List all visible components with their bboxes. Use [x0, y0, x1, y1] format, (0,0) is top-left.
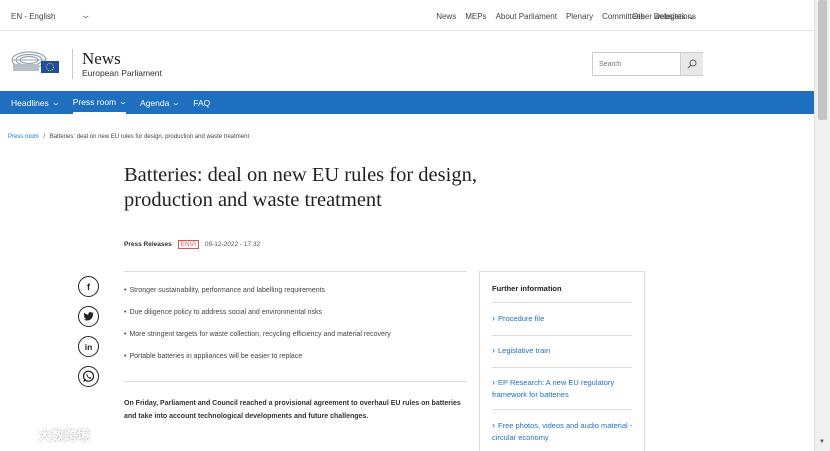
nav-item-press-room[interactable]: Press room ⌄ [72, 91, 128, 114]
divider [492, 302, 632, 303]
nav-item-faq[interactable]: FAQ [193, 91, 210, 114]
divider [492, 335, 632, 336]
article-meta: Press Releases ENVI 09-12-2022 - 17:32 [124, 240, 260, 249]
search-button[interactable] [680, 53, 703, 75]
other-websites-menu[interactable]: Other websites ⌄ [632, 12, 697, 21]
facebook-share-button[interactable]: f [78, 276, 99, 297]
nav-item-label: Press room [72, 96, 117, 107]
breadcrumb: Press room / Batteries: deal on new EU r… [8, 134, 249, 140]
nav-item-label: FAQ [193, 97, 211, 108]
watermark-text: 大数跨境 [38, 428, 91, 443]
list-item: Due diligence policy to address social a… [124, 309, 464, 331]
article-datetime: 09-12-2022 - 17:32 [204, 241, 261, 248]
article-title: Batteries: deal on new EU rules for desi… [124, 164, 477, 211]
link-ep-research[interactable]: EP Research: A new EU regulatory framewo… [492, 377, 634, 400]
key-points-list: Stronger sustainability, performance and… [124, 287, 464, 375]
facebook-icon: f [87, 281, 90, 292]
toplink-about-parliament[interactable]: About Parliament [496, 12, 557, 21]
page: EN - English ⌄ News MEPs About Parliamen… [0, 0, 830, 451]
watermark: 大数跨境 [4, 425, 90, 444]
whatsapp-icon [82, 370, 95, 382]
european-parliament-logo[interactable] [11, 48, 61, 76]
twitter-share-button[interactable] [78, 306, 99, 327]
divider [124, 271, 467, 272]
divider [492, 367, 632, 368]
list-item: Stronger sustainability, performance and… [124, 287, 464, 309]
link-legislative-train[interactable]: Legislative train [492, 345, 634, 357]
linkedin-icon: in [84, 341, 93, 352]
breadcrumb-press-room[interactable]: Press room [8, 134, 39, 140]
list-item: Portable batteries in appliances will be… [124, 353, 464, 375]
scroll-down-arrow-icon[interactable]: ▼ [819, 439, 825, 445]
scrollbar-thumb[interactable] [818, 0, 827, 120]
search-input[interactable] [593, 53, 680, 75]
chevron-down-icon: ⌄ [118, 98, 128, 106]
watermark-logo-icon [4, 428, 34, 441]
nav-item-agenda[interactable]: Agenda ⌄ [140, 91, 181, 114]
main-navigation: Headlines ⌄ Press room ⌄ Agenda ⌄ FAQ [0, 91, 814, 114]
nav-item-headlines[interactable]: Headlines ⌄ [11, 91, 61, 114]
chevron-down-icon[interactable]: ⌄ [80, 10, 91, 21]
whatsapp-share-button[interactable] [78, 366, 99, 387]
chevron-down-icon: ⌄ [51, 99, 61, 107]
toplink-meps[interactable]: MEPs [465, 12, 486, 21]
committee-badge[interactable]: ENVI [177, 240, 199, 249]
link-free-photos[interactable]: Free photos, videos and audio material -… [492, 420, 634, 443]
list-item: More stringent targets for waste collect… [124, 331, 464, 353]
page-scrollbar[interactable]: ▼ [814, 0, 830, 451]
breadcrumb-current: Batteries: deal on new EU rules for desi… [49, 134, 250, 140]
search-icon [687, 59, 697, 69]
article-lead: On Friday, Parliament and Council reache… [124, 400, 461, 420]
language-selector[interactable]: EN - English [11, 12, 55, 21]
search-box [592, 52, 703, 76]
logo-divider [72, 49, 73, 79]
breadcrumb-separator: / [43, 134, 46, 140]
linkedin-share-button[interactable]: in [78, 336, 99, 357]
nav-item-label: Agenda [140, 97, 170, 108]
site-title[interactable]: News [82, 49, 121, 69]
divider [124, 381, 467, 382]
link-procedure-file[interactable]: Procedure file [492, 313, 634, 325]
top-utility-bar: EN - English ⌄ News MEPs About Parliamen… [0, 0, 814, 31]
article-type[interactable]: Press Releases [124, 241, 172, 248]
divider [492, 409, 632, 410]
further-information-title: Further information [492, 284, 562, 293]
nav-item-label: Headlines [11, 97, 49, 108]
further-information-panel: Further information Procedure file Legis… [479, 271, 645, 451]
chevron-down-icon: ⌄ [687, 12, 697, 21]
twitter-icon [83, 312, 94, 321]
site-header: News European Parliament [0, 31, 814, 91]
chevron-down-icon: ⌄ [171, 99, 181, 107]
other-websites-label: Other websites [632, 12, 686, 21]
toplink-plenary[interactable]: Plenary [566, 12, 593, 21]
site-subtitle: European Parliament [82, 68, 162, 78]
toplink-news[interactable]: News [436, 12, 456, 21]
